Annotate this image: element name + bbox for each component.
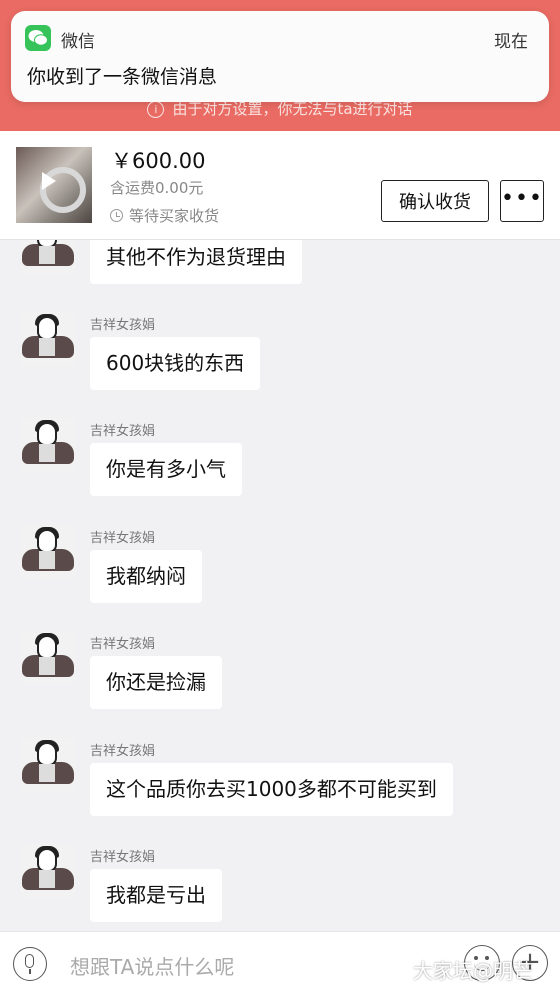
more-dots-icon: ••• (501, 186, 543, 211)
play-icon (42, 172, 56, 190)
shipping-fee: 含运费0.00元 (110, 179, 204, 197)
notification-app-name: 微信 (61, 32, 95, 52)
message-bubble[interactable]: 你是有多小气 (90, 443, 242, 496)
sender-name: 吉祥女孩娟 (90, 424, 156, 439)
avatar[interactable] (21, 240, 75, 274)
avatar[interactable] (21, 738, 75, 792)
order-product-bar: ￥600.00 含运费0.00元 等待买家收货 确认收货 ••• (0, 131, 560, 240)
notification-message: 你收到了一条微信消息 (27, 66, 218, 88)
message-bubble[interactable]: 其他不作为退货理由 (90, 240, 302, 284)
sender-name: 吉祥女孩娟 (90, 637, 156, 652)
voice-input-icon[interactable] (13, 947, 47, 981)
message-bubble[interactable]: 我都纳闷 (90, 550, 202, 603)
sender-name: 吉祥女孩娟 (90, 744, 156, 759)
sender-name: 吉祥女孩娟 (90, 531, 156, 546)
order-status: 等待买家收货 (110, 205, 219, 226)
sender-name: 吉祥女孩娟 (90, 850, 156, 865)
chat-message-list[interactable]: 其他不作为退货理由 吉祥女孩娟 600块钱的东西 吉祥女孩娟 你是有多小气 吉祥… (0, 240, 560, 930)
watermark: 大家坛@明芒 (413, 959, 533, 983)
message-input[interactable]: 想跟TA说点什么呢 (70, 951, 234, 980)
avatar[interactable] (21, 312, 75, 366)
more-options-button[interactable]: ••• (500, 180, 544, 222)
confirm-receipt-button[interactable]: 确认收货 (381, 180, 489, 222)
clock-icon (110, 209, 123, 222)
message-bubble[interactable]: 我都是亏出 (90, 869, 222, 922)
avatar[interactable] (21, 418, 75, 472)
avatar[interactable] (21, 525, 75, 579)
product-price: ￥600.00 (111, 149, 206, 173)
notification-time: 现在 (494, 32, 528, 52)
avatar[interactable] (21, 631, 75, 685)
message-bubble[interactable]: 这个品质你去买1000多都不可能买到 (90, 763, 453, 816)
banner-message: 由于对方设置，你无法与ta进行对话 (172, 100, 413, 118)
wechat-notification[interactable]: 微信 现在 你收到了一条微信消息 (11, 11, 549, 102)
product-video-thumbnail[interactable] (16, 147, 92, 223)
wechat-icon (25, 25, 51, 51)
order-status-text: 等待买家收货 (129, 207, 220, 225)
sender-name: 吉祥女孩娟 (90, 318, 156, 333)
info-icon: i (147, 101, 165, 118)
message-bubble[interactable]: 600块钱的东西 (90, 337, 261, 390)
avatar[interactable] (21, 844, 75, 898)
message-bubble[interactable]: 你还是捡漏 (90, 656, 222, 709)
